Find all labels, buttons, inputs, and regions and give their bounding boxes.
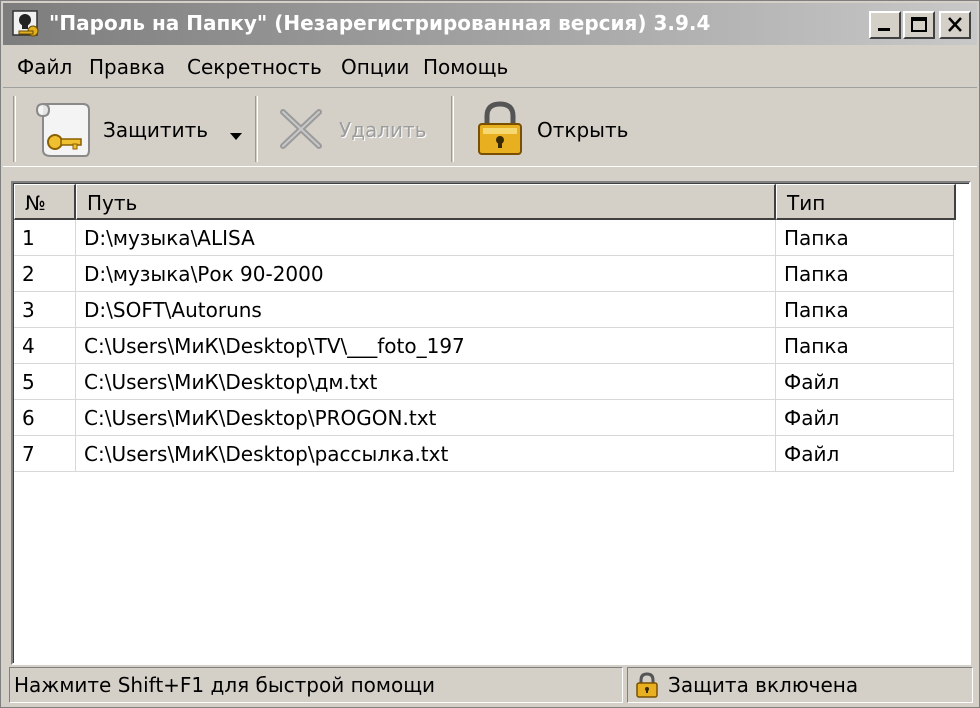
delete-button[interactable]: Удалить — [267, 92, 447, 164]
toolbar-separator — [13, 96, 16, 162]
delete-x-icon — [280, 109, 322, 149]
app-window: "Пароль на Папку" (Незарегистрированная … — [0, 0, 980, 708]
row-number: 2 — [14, 256, 76, 292]
column-header-path[interactable]: Путь — [76, 184, 776, 220]
row-type: Файл — [776, 436, 954, 472]
app-shield-icon — [11, 9, 43, 39]
row-type: Папка — [776, 220, 954, 256]
protected-items-list[interactable]: № Путь Тип 1 D:\музыка\ALISA Папка 2 D:\… — [11, 181, 971, 665]
menu-help[interactable]: Помощь — [423, 55, 508, 79]
close-icon — [948, 17, 962, 32]
menu-file[interactable]: Файл — [17, 55, 72, 79]
row-type: Папка — [776, 292, 954, 328]
toolbar: Защитить Удалить Открыть — [3, 87, 977, 167]
row-number: 6 — [14, 400, 76, 436]
maximize-button[interactable] — [903, 11, 935, 39]
menu-security[interactable]: Секретность — [187, 55, 322, 79]
open-button[interactable]: Открыть — [465, 92, 665, 164]
status-bar: Нажмите Shift+F1 для быстрой помощи Защи… — [3, 665, 977, 705]
row-path: C:\Users\МиК\Desktop\рассылка.txt — [76, 436, 776, 472]
row-type: Папка — [776, 256, 954, 292]
title-bar[interactable]: "Пароль на Папку" (Незарегистрированная … — [3, 3, 977, 45]
menu-options[interactable]: Опции — [341, 55, 409, 79]
row-path: C:\Users\МиК\Desktop\дм.txt — [76, 364, 776, 400]
protect-label: Защитить — [103, 118, 208, 142]
row-type: Файл — [776, 364, 954, 400]
maximize-icon — [911, 17, 927, 32]
toolbar-separator — [451, 96, 454, 162]
table-row[interactable]: 4 C:\Users\МиК\Desktop\TV\___foto_197 Па… — [14, 328, 954, 364]
status-lock-icon — [636, 672, 658, 698]
row-type: Файл — [776, 400, 954, 436]
toolbar-separator — [255, 96, 258, 162]
menu-edit[interactable]: Правка — [89, 55, 165, 79]
delete-label: Удалить — [339, 118, 427, 142]
row-number: 4 — [14, 328, 76, 364]
row-number: 1 — [14, 220, 76, 256]
row-type: Папка — [776, 328, 954, 364]
table-row[interactable]: 5 C:\Users\МиК\Desktop\дм.txt Файл — [14, 364, 954, 400]
column-header-type[interactable]: Тип — [776, 184, 956, 220]
list-header: № Путь Тип — [14, 184, 956, 220]
menu-bar: Файл Правка Секретность Опции Помощь — [3, 49, 977, 85]
column-header-number[interactable]: № — [14, 184, 76, 220]
row-path: C:\Users\МиК\Desktop\PROGON.txt — [76, 400, 776, 436]
table-row[interactable]: 7 C:\Users\МиК\Desktop\рассылка.txt Файл — [14, 436, 954, 472]
table-row[interactable]: 3 D:\SOFT\Autoruns Папка — [14, 292, 954, 328]
protect-dropdown-arrow-icon[interactable] — [229, 122, 243, 146]
open-label: Открыть — [537, 118, 629, 142]
row-path: D:\музыка\Рок 90-2000 — [76, 256, 776, 292]
row-path: C:\Users\МиК\Desktop\TV\___foto_197 — [76, 328, 776, 364]
minimize-icon — [878, 28, 890, 31]
status-protection-text: Защита включена — [668, 673, 859, 697]
table-row[interactable]: 1 D:\музыка\ALISA Папка — [14, 220, 954, 256]
row-number: 3 — [14, 292, 76, 328]
window-title: "Пароль на Папку" (Незарегистрированная … — [49, 11, 711, 35]
minimize-button[interactable] — [869, 11, 901, 39]
row-number: 5 — [14, 364, 76, 400]
row-number: 7 — [14, 436, 76, 472]
status-help-text: Нажмите Shift+F1 для быстрой помощи — [9, 667, 623, 703]
padlock-icon — [478, 101, 522, 155]
table-row[interactable]: 6 C:\Users\МиК\Desktop\PROGON.txt Файл — [14, 400, 954, 436]
row-path: D:\SOFT\Autoruns — [76, 292, 776, 328]
table-row[interactable]: 2 D:\музыка\Рок 90-2000 Папка — [14, 256, 954, 292]
protect-button[interactable]: Защитить — [25, 92, 249, 164]
close-button[interactable] — [939, 11, 971, 39]
status-protection: Защита включена — [627, 667, 973, 703]
row-path: D:\музыка\ALISA — [76, 220, 776, 256]
scroll-key-icon — [35, 103, 90, 157]
